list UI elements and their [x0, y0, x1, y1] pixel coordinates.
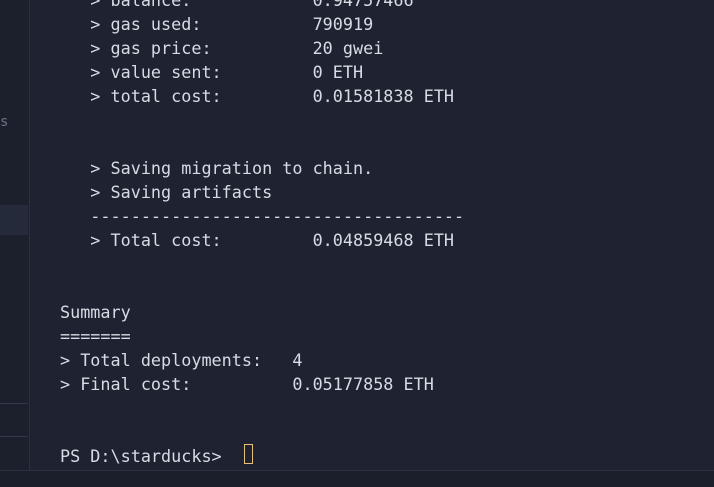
sidebar-selected-item[interactable]: [0, 205, 28, 235]
terminal-line: -------------------------------------: [60, 206, 465, 226]
terminal-line: > value sent: 0 ETH: [60, 62, 364, 82]
terminal-line: > Saving migration to chain.: [60, 158, 374, 178]
terminal-line: Summary: [60, 302, 131, 322]
explorer-sidebar: s: [0, 0, 30, 487]
sidebar-divider: [0, 403, 28, 404]
terminal-line: > gas price: 20 gwei: [60, 38, 384, 58]
terminal-line: > Final cost: 0.05177858 ETH: [60, 374, 434, 394]
terminal-line: > Total cost: 0.04859468 ETH: [60, 230, 455, 250]
vscode-window: s > balance: 0.94757466 > gas used: 7909…: [0, 0, 714, 487]
terminal-line: > balance: 0.94757466: [60, 0, 414, 10]
terminal-line: > total cost: 0.01581838 ETH: [60, 86, 455, 106]
terminal-line: > Total deployments: 4: [60, 350, 303, 370]
status-bar: [0, 470, 714, 487]
sidebar-divider: [0, 436, 28, 437]
terminal-panel[interactable]: > balance: 0.94757466 > gas used: 790919…: [30, 0, 714, 471]
terminal-line: > gas used: 790919: [60, 14, 374, 34]
terminal-line: > Saving artifacts: [60, 182, 273, 202]
sidebar-truncated-text: s: [0, 114, 9, 130]
terminal-line: =======: [60, 326, 131, 346]
terminal-cursor: [244, 444, 253, 464]
terminal-prompt[interactable]: PS D:\starducks>: [60, 444, 232, 468]
